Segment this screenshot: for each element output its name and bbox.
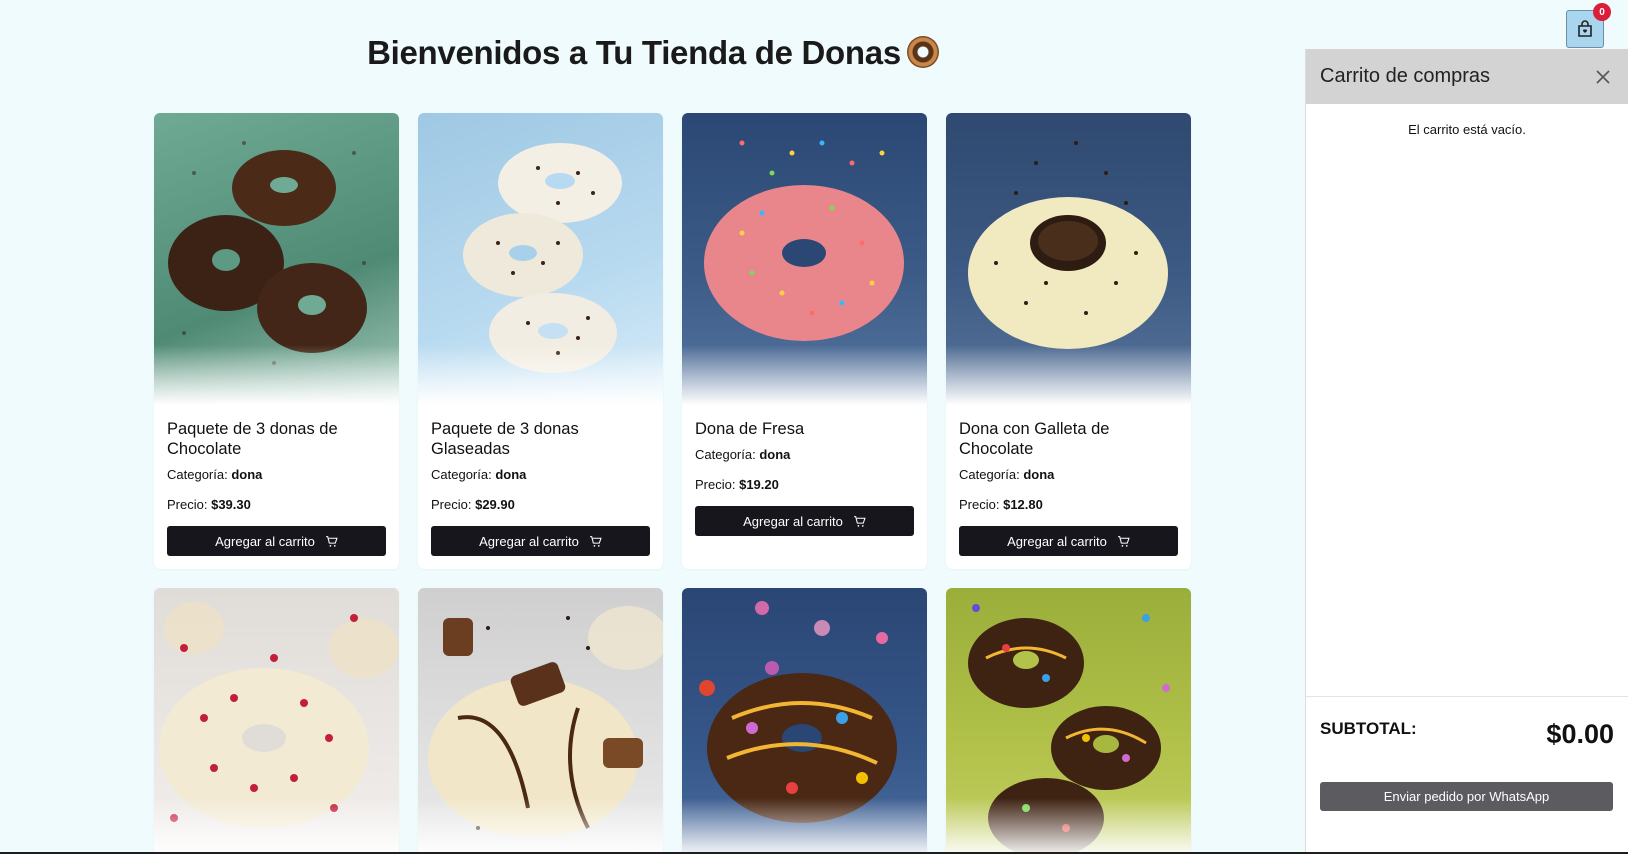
product-name: Paquete de 3 donas de Chocolate: [167, 420, 338, 458]
product-card: [682, 588, 927, 854]
product-name: Dona de Fresa: [695, 420, 805, 438]
product-image[interactable]: [418, 588, 663, 854]
empty-cart-message: El carrito está vacío.: [1408, 122, 1526, 137]
shopping-bag-icon: [1578, 20, 1592, 37]
close-cart-button[interactable]: [1592, 66, 1614, 88]
product-card: Paquete de 3 donas Glaseadas Categoría: …: [418, 113, 663, 569]
product-image[interactable]: [946, 113, 1191, 405]
glazed-donuts-illustration: [463, 143, 622, 373]
donut-emoji-icon: [906, 36, 939, 68]
subtotal-label: SUBTOTAL:: [1320, 719, 1417, 738]
product-price: Precio: $29.90: [431, 497, 515, 512]
product-card: [418, 588, 663, 854]
cart-panel-title: Carrito de compras: [1320, 65, 1491, 87]
add-to-cart-button[interactable]: Agregar al carrito: [167, 526, 386, 556]
product-category: Categoría: dona: [167, 467, 263, 482]
candy-donut-illustration: [699, 601, 897, 823]
cart-footer: SUBTOTAL: $0.00 Enviar pedido por WhatsA…: [1306, 696, 1628, 811]
raspberry-donut-illustration: [159, 602, 399, 828]
subtotal-row: SUBTOTAL: $0.00: [1320, 719, 1614, 750]
product-image[interactable]: [418, 113, 663, 405]
add-to-cart-button[interactable]: Agregar al carrito: [959, 526, 1178, 556]
add-to-cart-button[interactable]: Agregar al carrito: [431, 526, 650, 556]
product-card: Dona de Fresa Categoría: dona Precio: $1…: [682, 113, 927, 569]
cart-count-badge: 0: [1593, 3, 1611, 21]
cart-icon: [589, 535, 602, 547]
send-whatsapp-order-button[interactable]: Enviar pedido por WhatsApp: [1320, 782, 1613, 811]
product-image[interactable]: [682, 588, 927, 854]
product-price: Precio: $12.80: [959, 497, 1043, 512]
product-category: Categoría: dona: [431, 467, 527, 482]
product-card: [154, 588, 399, 854]
product-price: Precio: $19.20: [695, 477, 779, 492]
strawberry-donut-illustration: [704, 140, 904, 341]
product-image[interactable]: [154, 113, 399, 405]
close-icon: [1596, 69, 1610, 84]
product-card: [946, 588, 1191, 854]
page-title: Bienvenidos a Tu Tienda de Donas: [0, 34, 1306, 72]
product-image[interactable]: [154, 588, 399, 854]
product-card: Paquete de 3 donas de Chocolate Categorí…: [154, 113, 399, 569]
chocolate-donuts-illustration: [168, 141, 367, 365]
cart-panel: Carrito de compras El carrito está vacío…: [1305, 49, 1628, 854]
product-price: Precio: $39.30: [167, 497, 251, 512]
product-image[interactable]: [682, 113, 927, 405]
product-name: Paquete de 3 donas Glaseadas: [431, 420, 579, 458]
cart-panel-header: Carrito de compras: [1306, 49, 1628, 104]
product-image[interactable]: [946, 588, 1191, 854]
cart-icon: [1117, 535, 1130, 547]
product-category: Categoría: dona: [695, 447, 791, 462]
kinder-donut-illustration: [428, 606, 663, 838]
subtotal-value: $0.00: [1546, 719, 1614, 749]
product-category: Categoría: dona: [959, 467, 1055, 482]
product-grid: Paquete de 3 donas de Chocolate Categorí…: [154, 113, 1191, 854]
cart-icon: [853, 515, 866, 527]
candy-donuts-stack-illustration: [968, 604, 1170, 854]
cart-icon: [325, 535, 338, 547]
product-name: Dona con Galleta de Chocolate: [959, 420, 1110, 458]
add-to-cart-button[interactable]: Agregar al carrito: [695, 506, 914, 536]
cookie-donut-illustration: [968, 141, 1168, 349]
product-card: Dona con Galleta de Chocolate Categoría:…: [946, 113, 1191, 569]
